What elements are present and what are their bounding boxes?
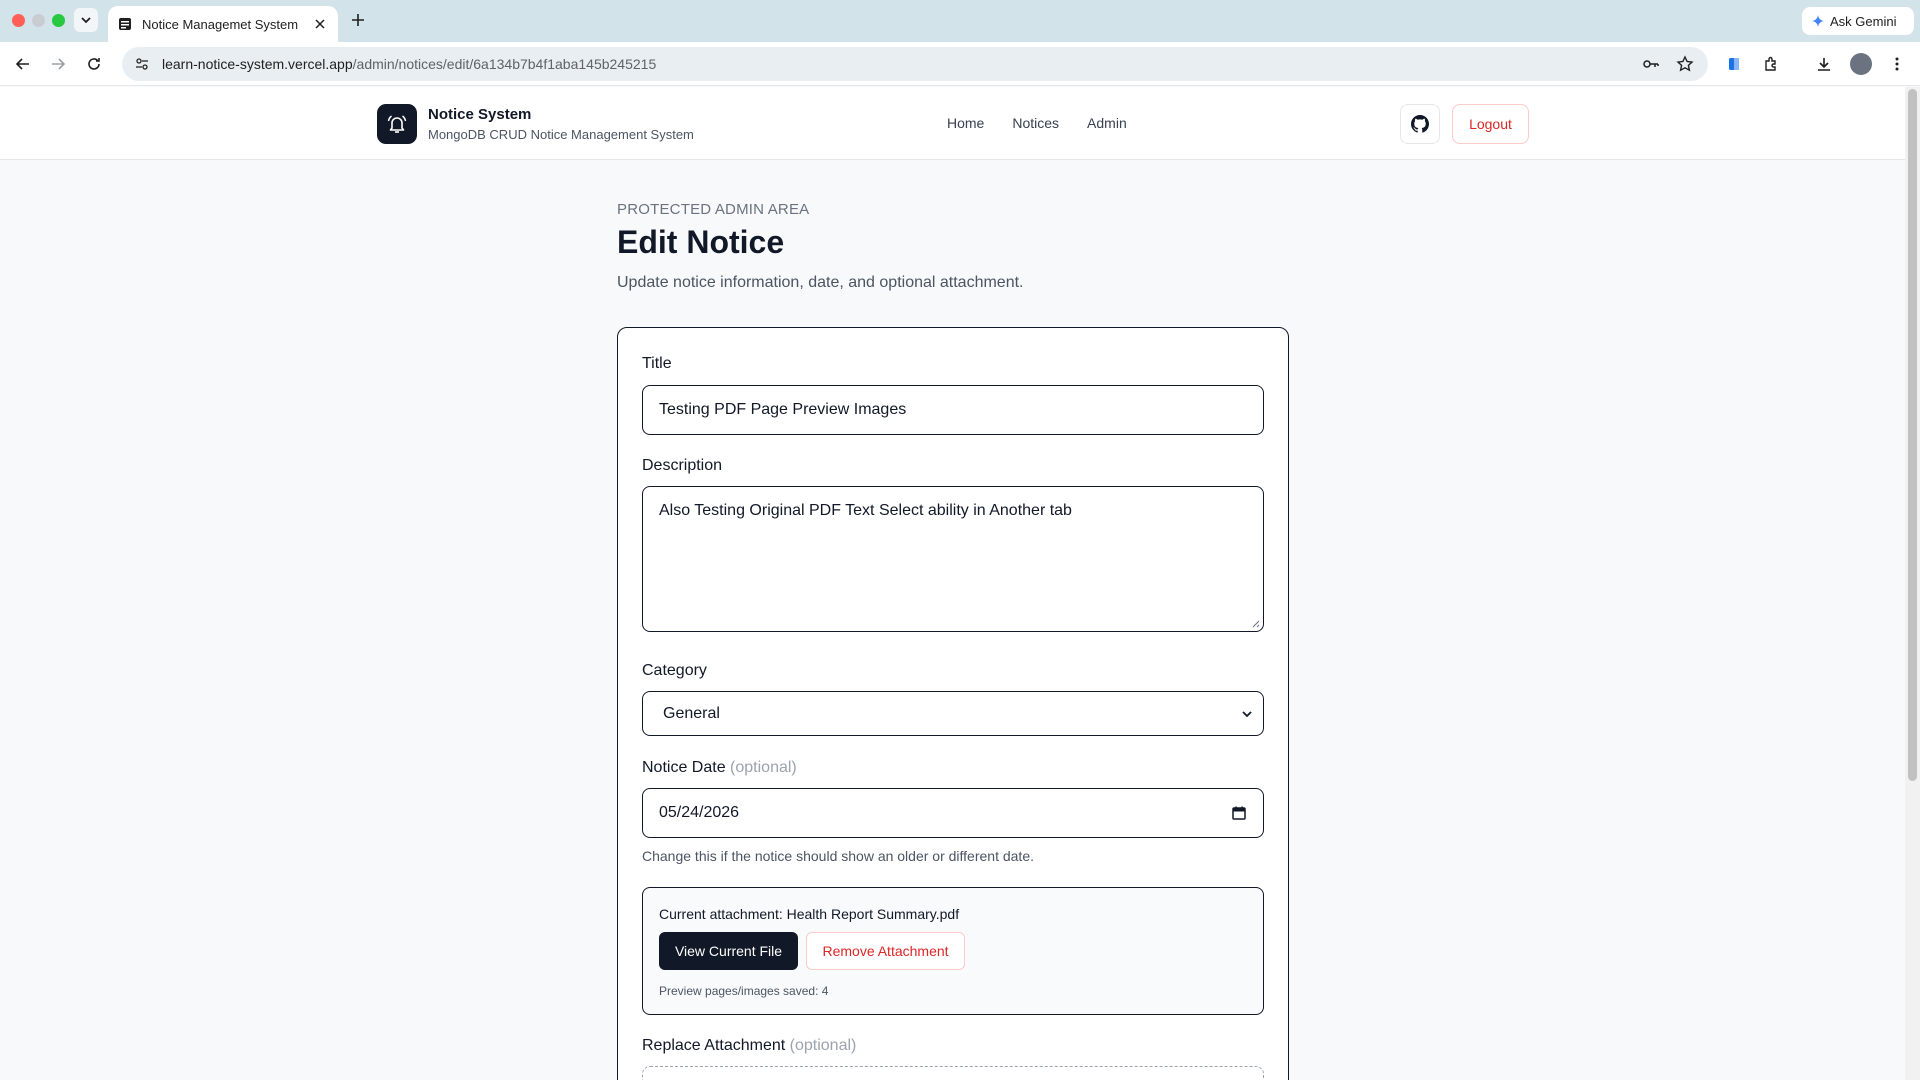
notice-date-value: 05/24/2026: [659, 804, 740, 821]
title-label: Title: [642, 355, 672, 372]
category-select[interactable]: General: [642, 691, 1264, 736]
site-info-icon[interactable]: [134, 56, 150, 72]
calendar-icon[interactable]: [1231, 805, 1247, 821]
password-key-icon[interactable]: [1642, 55, 1660, 73]
page-subtitle: Update notice information, date, and opt…: [617, 274, 1024, 291]
favicon-icon: [119, 18, 131, 30]
main-nav: Home Notices Admin: [947, 115, 1127, 131]
chevron-down-icon: [1242, 710, 1252, 717]
arrow-right-icon: [52, 58, 66, 70]
extensions-icon[interactable]: [1760, 53, 1782, 75]
remove-attachment-button[interactable]: Remove Attachment: [806, 932, 965, 970]
url-text: learn-notice-system.vercel.app/admin/not…: [162, 56, 656, 72]
menu-kebab-icon[interactable]: [1886, 53, 1908, 75]
notice-date-input[interactable]: 05/24/2026: [642, 788, 1264, 838]
close-icon[interactable]: [312, 16, 328, 32]
notice-date-label: Notice Date (optional): [642, 759, 797, 777]
page-title: Edit Notice: [617, 224, 785, 260]
resize-handle-icon[interactable]: [1250, 618, 1260, 628]
brand-logo[interactable]: [377, 104, 417, 144]
protected-area-label: PROTECTED ADMIN AREA: [617, 201, 810, 218]
ask-gemini-label: Ask Gemini: [1830, 13, 1897, 29]
description-value: Also Testing Original PDF Text Select ab…: [659, 502, 1072, 519]
browser-tab-active[interactable]: Notice Managemet System: [108, 6, 338, 42]
view-current-file-button[interactable]: View Current File: [659, 932, 798, 970]
bell-icon: [387, 115, 407, 133]
profile-avatar[interactable]: [1850, 53, 1872, 75]
chevron-down-icon: [81, 17, 91, 24]
category-selected-value: General: [663, 704, 720, 722]
github-button[interactable]: [1400, 104, 1440, 144]
close-window-button[interactable]: [12, 14, 25, 27]
url-path: /admin/notices/edit/6a134b7b4f1aba145b24…: [352, 56, 657, 72]
current-attachment-text: Current attachment: Health Report Summar…: [659, 906, 960, 922]
browser-toolbar: learn-notice-system.vercel.app/admin/not…: [0, 42, 1920, 86]
github-icon: [1411, 115, 1429, 133]
address-bar[interactable]: learn-notice-system.vercel.app/admin/not…: [122, 47, 1708, 81]
brand-subtitle: MongoDB CRUD Notice Management System: [428, 127, 694, 142]
gemini-sparkle-icon: [1812, 15, 1824, 27]
tab-search-button[interactable]: [74, 8, 98, 32]
reload-button[interactable]: [82, 52, 106, 76]
edit-notice-form: Title Testing PDF Page Preview Images De…: [617, 327, 1289, 1080]
maximize-window-button[interactable]: [52, 14, 65, 27]
omnibox-actions: [1642, 55, 1694, 73]
arrow-left-icon: [15, 58, 29, 70]
title-input-value: Testing PDF Page Preview Images: [659, 401, 907, 418]
browser-tab-bar: Notice Managemet System Ask Gemini: [0, 0, 1920, 42]
replace-attachment-label: Replace Attachment (optional): [642, 1037, 856, 1055]
brand-name: Notice System: [428, 106, 532, 123]
tab-title: Notice Managemet System: [142, 16, 299, 32]
current-attachment-panel: Current attachment: Health Report Summar…: [642, 887, 1264, 1015]
app-header: Notice System MongoDB CRUD Notice Manage…: [0, 87, 1905, 160]
logout-button[interactable]: Logout: [1452, 104, 1529, 144]
description-textarea[interactable]: Also Testing Original PDF Text Select ab…: [642, 486, 1264, 632]
ask-gemini-button[interactable]: Ask Gemini: [1802, 7, 1914, 35]
replace-attachment-label-text: Replace Attachment: [642, 1037, 786, 1054]
page-scrollbar[interactable]: [1905, 87, 1920, 1080]
forward-button[interactable]: [46, 52, 70, 76]
replace-attachment-optional: (optional): [789, 1037, 857, 1054]
nav-notices-link[interactable]: Notices: [1012, 115, 1059, 131]
nav-home-link[interactable]: Home: [947, 115, 984, 131]
new-tab-button[interactable]: [348, 10, 368, 30]
description-label: Description: [642, 457, 723, 474]
minimize-window-button[interactable]: [32, 14, 45, 27]
notice-date-optional: (optional): [730, 759, 797, 776]
reload-icon: [88, 58, 100, 70]
nav-admin-link[interactable]: Admin: [1087, 115, 1127, 131]
download-icon[interactable]: [1813, 53, 1835, 75]
category-label: Category: [642, 662, 707, 679]
url-host: learn-notice-system.vercel.app: [162, 56, 353, 72]
notice-date-label-text: Notice Date: [642, 759, 726, 776]
back-button[interactable]: [11, 52, 35, 76]
notice-date-hint: Change this if the notice should show an…: [642, 848, 1034, 864]
plus-icon: [352, 14, 364, 26]
title-input[interactable]: Testing PDF Page Preview Images: [642, 385, 1264, 435]
bookmark-star-icon[interactable]: [1676, 55, 1694, 73]
replace-attachment-dropzone[interactable]: [642, 1066, 1264, 1080]
reading-list-icon[interactable]: [1723, 53, 1745, 75]
preview-pages-saved-text: Preview pages/images saved: 4: [659, 984, 829, 998]
scrollbar-thumb[interactable]: [1908, 89, 1917, 781]
